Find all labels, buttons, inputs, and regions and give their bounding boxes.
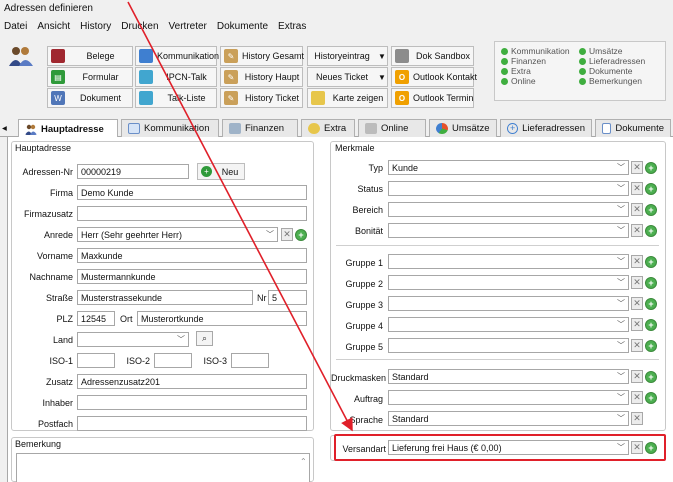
annotation-arrow xyxy=(127,1,353,432)
